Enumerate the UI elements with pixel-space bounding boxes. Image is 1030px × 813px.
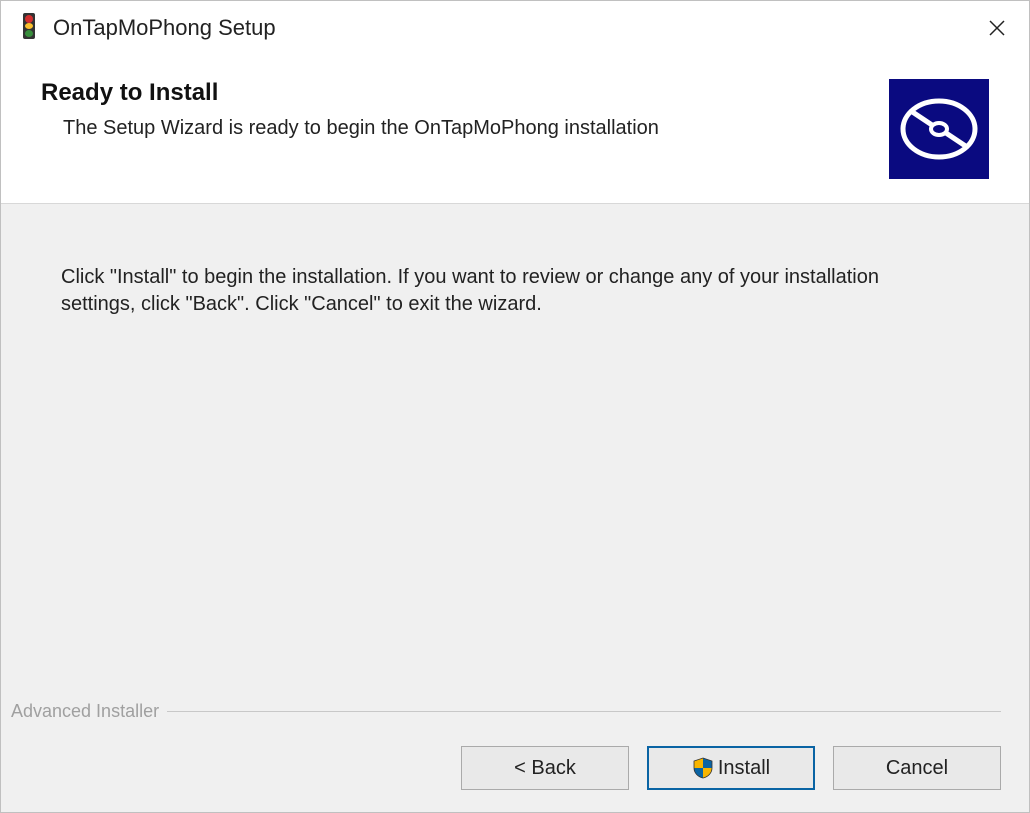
install-button[interactable]: Install bbox=[647, 746, 815, 790]
instruction-text: Click "Install" to begin the installatio… bbox=[61, 264, 931, 318]
branding-line: Advanced Installer bbox=[11, 701, 1001, 722]
page-subtitle: The Setup Wizard is ready to begin the O… bbox=[63, 117, 869, 140]
close-icon bbox=[988, 19, 1006, 37]
app-icon bbox=[19, 13, 43, 43]
cancel-button-label: Cancel bbox=[886, 757, 948, 780]
cancel-button[interactable]: Cancel bbox=[833, 746, 1001, 790]
button-row: < Back Install Cancel bbox=[11, 746, 1001, 790]
disc-icon bbox=[899, 89, 979, 169]
back-button-label: < Back bbox=[514, 757, 576, 780]
wizard-footer: Advanced Installer < Back Install bbox=[1, 701, 1029, 812]
installer-logo bbox=[889, 79, 989, 179]
page-title: Ready to Install bbox=[41, 79, 869, 107]
wizard-header: Ready to Install The Setup Wizard is rea… bbox=[1, 55, 1029, 204]
back-button[interactable]: < Back bbox=[461, 746, 629, 790]
uac-shield-icon bbox=[692, 757, 714, 779]
branding-label: Advanced Installer bbox=[11, 701, 159, 722]
header-text-block: Ready to Install The Setup Wizard is rea… bbox=[41, 79, 869, 140]
close-button[interactable] bbox=[977, 8, 1017, 48]
install-button-label: Install bbox=[718, 757, 770, 780]
wizard-content: Click "Install" to begin the installatio… bbox=[1, 204, 1029, 701]
traffic-light-icon bbox=[19, 13, 39, 43]
window-title: OnTapMoPhong Setup bbox=[53, 15, 977, 41]
branding-rule bbox=[167, 711, 1001, 712]
titlebar: OnTapMoPhong Setup bbox=[1, 1, 1029, 55]
installer-window: OnTapMoPhong Setup Ready to Install The … bbox=[0, 0, 1030, 813]
